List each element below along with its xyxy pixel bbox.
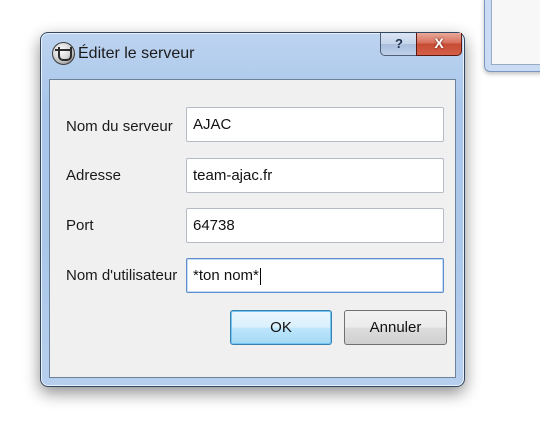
server-name-input[interactable]: AJAC xyxy=(186,107,444,142)
background-window[interactable] xyxy=(484,0,540,72)
port-label: Port xyxy=(66,217,94,234)
address-input[interactable]: team-ajac.fr xyxy=(186,158,444,193)
background-window-content xyxy=(491,0,540,65)
server-name-label: Nom du serveur xyxy=(66,118,173,135)
address-label: Adresse xyxy=(66,167,122,184)
help-icon: ? xyxy=(395,36,403,51)
text-caret xyxy=(259,267,261,285)
cancel-button[interactable]: Annuler xyxy=(344,310,447,345)
ok-button[interactable]: OK xyxy=(230,310,332,345)
dialog-title: Éditer le serveur xyxy=(78,45,195,62)
close-button[interactable]: X xyxy=(416,33,462,56)
close-icon: X xyxy=(434,35,444,51)
username-input[interactable]: *ton nom* xyxy=(186,258,444,293)
username-value: *ton nom* xyxy=(193,267,259,284)
help-button[interactable]: ? xyxy=(380,33,418,56)
username-label: Nom d'utilisateur xyxy=(66,267,178,284)
app-icon xyxy=(52,42,75,65)
dialog-titlebar[interactable]: Éditer le serveur ? X xyxy=(41,33,464,79)
port-input[interactable]: 64738 xyxy=(186,208,444,243)
